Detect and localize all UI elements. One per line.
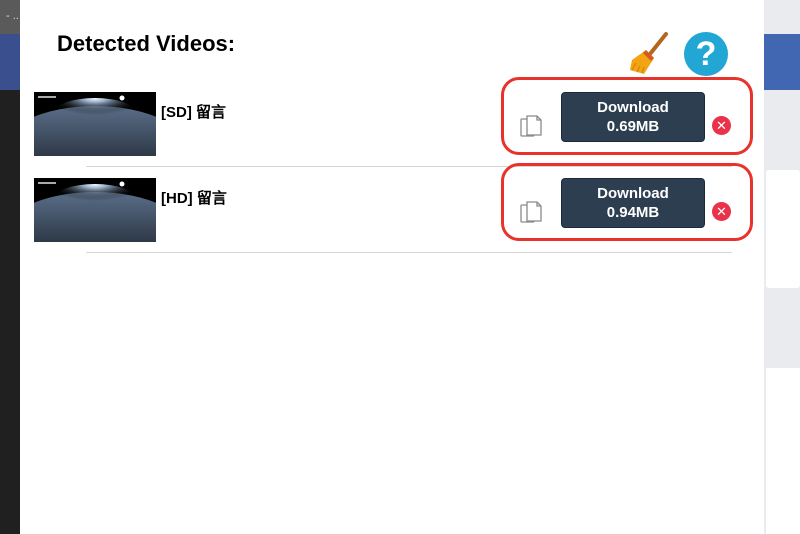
download-button[interactable]: Download 0.69MB [561,92,705,142]
help-icon[interactable]: ? [684,32,728,76]
video-row: [HD] 留言 Download 0.94MB ✕ [20,163,764,253]
download-size: 0.94MB [606,204,660,221]
remove-icon[interactable]: ✕ [712,202,731,221]
broom-icon[interactable] [626,30,674,78]
background-left-panel [0,34,20,534]
detected-videos-popup: Detected Videos: ? [SD] 留言 Download 0.69… [20,0,764,534]
video-thumbnail[interactable] [34,178,156,242]
help-glyph: ? [695,34,717,73]
copy-icon[interactable] [520,115,542,139]
download-button-label: Download [597,185,669,202]
row-divider [86,252,732,253]
remove-icon[interactable]: ✕ [712,116,731,135]
remove-glyph: ✕ [716,117,727,133]
popup-title: Detected Videos: [57,31,236,56]
video-label: [SD] 留言 [161,104,226,121]
copy-icon[interactable] [520,201,542,225]
video-label: [HD] 留言 [161,190,227,207]
background-left-header [0,34,20,90]
background-card [766,170,800,288]
download-button-label: Download [597,99,669,116]
download-button[interactable]: Download 0.94MB [561,178,705,228]
remove-glyph: ✕ [716,203,727,219]
video-row: [SD] 留言 Download 0.69MB ✕ [20,77,764,167]
background-right-header [764,34,800,90]
download-size: 0.69MB [606,118,660,135]
video-thumbnail[interactable] [34,92,156,156]
background-card [766,368,800,534]
background-top-bar-text: - .. [6,10,19,22]
